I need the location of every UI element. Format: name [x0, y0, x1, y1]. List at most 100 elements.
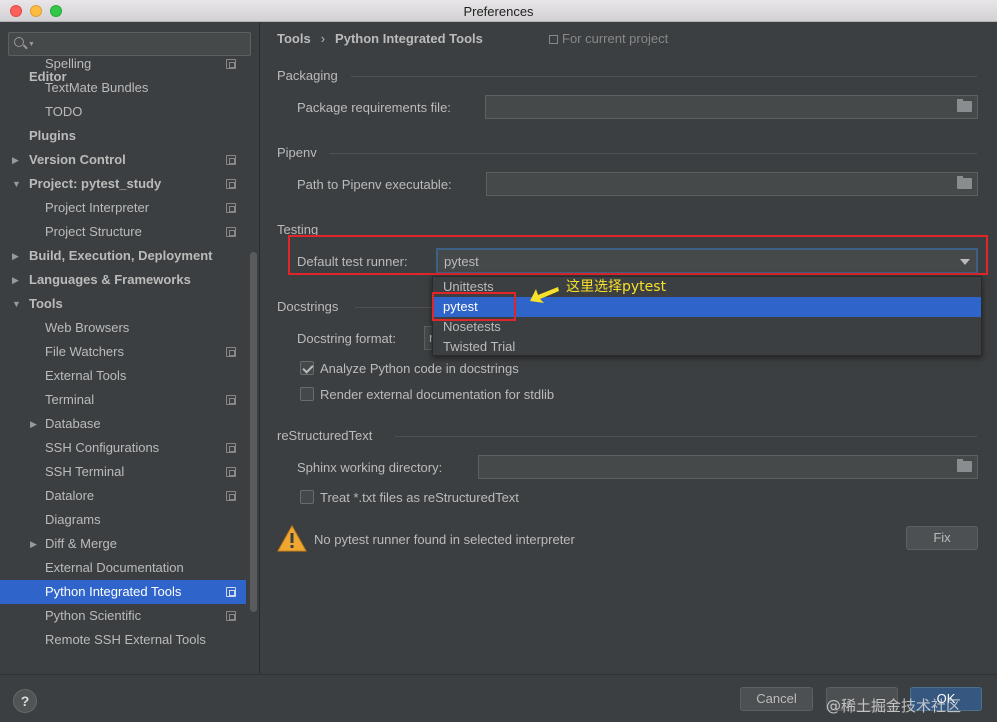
sidebar-item-label: Database	[45, 416, 101, 431]
project-scope-icon	[226, 59, 236, 69]
sidebar-scrollbar[interactable]	[250, 252, 257, 612]
folder-icon[interactable]	[957, 459, 972, 472]
section-title-restructuredtext: reStructuredText	[277, 428, 373, 443]
sidebar-item-label: Languages & Frameworks	[29, 272, 191, 287]
sphinx-directory-label: Sphinx working directory:	[297, 460, 443, 475]
sidebar-item-diff-merge[interactable]: ▶ Diff & Merge	[0, 532, 246, 556]
sidebar-item-version-control[interactable]: ▶ Version Control	[0, 148, 246, 172]
folder-icon[interactable]	[957, 176, 972, 189]
sidebar-item-label: Project Interpreter	[45, 200, 150, 215]
sidebar-item-plugins[interactable]: Plugins	[0, 124, 246, 148]
chevron-right-icon[interactable]: ▶	[12, 268, 19, 292]
sidebar-item-external-documentation[interactable]: External Documentation	[0, 556, 246, 580]
section-title-docstrings: Docstrings	[277, 299, 339, 314]
annotation-text: 这里选择pytest	[566, 279, 667, 295]
render-stdlib-docs-label[interactable]: Render external documentation for stdlib	[320, 387, 554, 402]
sidebar-item-ssh-configurations[interactable]: SSH Configurations	[0, 436, 246, 460]
sidebar-item-file-watchers[interactable]: File Watchers	[0, 340, 246, 364]
sidebar-item-label: Version Control	[29, 152, 126, 167]
chevron-right-icon[interactable]: ▶	[30, 412, 37, 436]
sidebar-item-web-browsers[interactable]: Web Browsers	[0, 316, 246, 340]
sidebar-item-todo[interactable]: TODO	[0, 100, 246, 124]
sidebar-item-languages-frameworks[interactable]: ▶ Languages & Frameworks	[0, 268, 246, 292]
analyze-docstrings-label[interactable]: Analyze Python code in docstrings	[320, 361, 519, 376]
highlight-box-pytest-option	[432, 292, 516, 321]
sidebar-item-label: File Watchers	[45, 344, 124, 359]
section-title-pipenv: Pipenv	[277, 145, 317, 160]
fix-button[interactable]: Fix	[906, 526, 978, 550]
folder-icon[interactable]	[957, 99, 972, 112]
for-current-project-label: For current project	[562, 31, 669, 46]
sidebar-item-label: TODO	[45, 104, 83, 119]
chevron-down-icon[interactable]: ▼	[12, 172, 21, 196]
project-scope-icon	[226, 179, 236, 189]
package-requirements-field[interactable]	[485, 95, 978, 119]
watermark: @稀土掘金技术社区	[826, 697, 962, 715]
warning-message: No pytest runner found in selected inter…	[314, 532, 575, 547]
sidebar-item-build-execution-deployment[interactable]: ▶ Build, Execution, Deployment	[0, 244, 246, 268]
project-scope-icon	[226, 467, 236, 477]
chevron-right-icon[interactable]: ▶	[12, 244, 19, 268]
docstring-format-label: Docstring format:	[297, 331, 396, 346]
sidebar-item-python-integrated-tools[interactable]: Python Integrated Tools	[0, 580, 246, 604]
sidebar-item-label: SSH Terminal	[45, 464, 125, 479]
chevron-right-icon[interactable]: ▶	[30, 532, 37, 556]
sidebar-item-ssh-terminal[interactable]: SSH Terminal	[0, 460, 246, 484]
chevron-right-icon[interactable]: ▶	[12, 148, 19, 172]
sidebar-item-python-scientific[interactable]: Python Scientific	[0, 604, 246, 628]
cancel-button[interactable]: Cancel	[740, 687, 813, 711]
sidebar-item-project-pytest-study[interactable]: ▼ Project: pytest_study	[0, 172, 246, 196]
pipenv-path-field[interactable]	[486, 172, 978, 196]
window-title: Preferences	[463, 4, 534, 19]
sphinx-directory-field[interactable]	[478, 455, 978, 479]
breadcrumb-separator: ›	[320, 31, 326, 46]
sidebar-item-project-interpreter[interactable]: Project Interpreter	[0, 196, 246, 220]
highlight-box-test-runner	[288, 235, 988, 275]
treat-txt-as-rst-label[interactable]: Treat *.txt files as reStructuredText	[320, 490, 519, 505]
treat-txt-as-rst-checkbox[interactable]	[300, 490, 314, 504]
dialog-footer: ? Cancel OK @稀土掘金技术社区	[0, 674, 997, 722]
sidebar-sticky-header-editor[interactable]: Editor	[29, 69, 67, 84]
project-scope-icon	[226, 203, 236, 213]
project-scope-icon	[226, 227, 236, 237]
sidebar-item-external-tools[interactable]: External Tools	[0, 364, 246, 388]
sidebar-item-label: Datalore	[45, 488, 95, 503]
project-scope-icon	[226, 395, 236, 405]
warning-icon	[277, 524, 307, 552]
sidebar-item-label: Python Integrated Tools	[45, 584, 182, 599]
annotation-arrow-icon	[530, 287, 559, 303]
breadcrumb-current: Python Integrated Tools	[335, 31, 483, 46]
sidebar-item-tools[interactable]: ▼ Tools	[0, 292, 246, 316]
breadcrumb: Tools › Python Integrated Tools	[277, 31, 483, 46]
sidebar-item-database[interactable]: ▶ Database	[0, 412, 246, 436]
sidebar-item-project-structure[interactable]: Project Structure	[0, 220, 246, 244]
project-scope-icon	[226, 587, 236, 597]
section-divider	[351, 76, 977, 77]
sidebar-item-diagrams[interactable]: Diagrams	[0, 508, 246, 532]
sidebar-item-label: Remote SSH External Tools	[45, 632, 206, 647]
sidebar-item-label: Diagrams	[45, 512, 101, 527]
sidebar-item-label: Python Scientific	[45, 608, 142, 623]
option-twisted-trial[interactable]: Twisted Trial	[433, 337, 981, 357]
search-history-dropdown-icon[interactable]: ▼	[28, 41, 35, 48]
project-scope-icon	[226, 491, 236, 501]
section-packaging: Packaging	[277, 68, 977, 83]
breadcrumb-parent[interactable]: Tools	[277, 31, 311, 46]
sidebar-item-label: Terminal	[45, 392, 95, 407]
sidebar-item-datalore[interactable]: Datalore	[0, 484, 246, 508]
sidebar-item-label: Build, Execution, Deployment	[29, 248, 213, 263]
for-current-project-note: For current project	[549, 31, 668, 46]
sidebar-item-label: Tools	[29, 296, 63, 311]
help-button[interactable]: ?	[13, 689, 37, 713]
title-bar: Preferences	[0, 0, 997, 22]
project-scope-icon	[226, 443, 236, 453]
sidebar-item-label: SSH Configurations	[45, 440, 160, 455]
settings-tree: Spelling TextMate Bundles TODO Plugins ▶ Vers…	[0, 56, 246, 652]
section-restructuredtext: reStructuredText	[277, 428, 977, 443]
sidebar-item-terminal[interactable]: Terminal	[0, 388, 246, 412]
render-stdlib-docs-checkbox[interactable]	[300, 387, 314, 401]
analyze-docstrings-checkbox[interactable]	[300, 361, 314, 375]
sidebar-item-remote-ssh-external-tools[interactable]: Remote SSH External Tools	[0, 628, 246, 652]
chevron-down-icon[interactable]: ▼	[12, 292, 21, 316]
project-scope-icon	[226, 611, 236, 621]
